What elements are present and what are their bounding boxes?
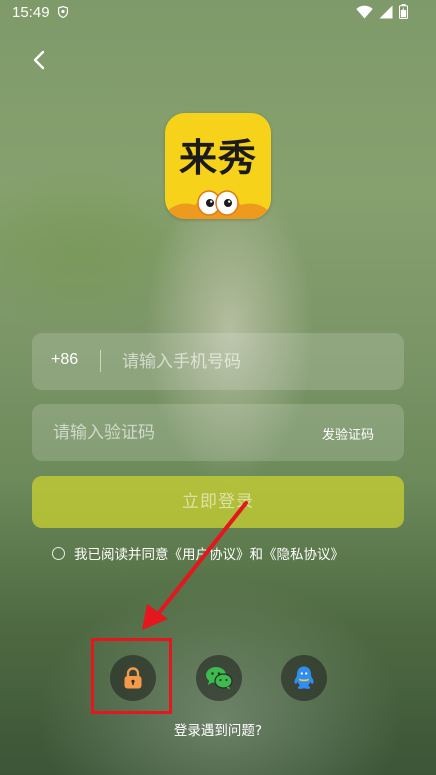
status-icons bbox=[356, 4, 408, 19]
phone-input[interactable] bbox=[120, 349, 384, 375]
wechat-login-button[interactable] bbox=[196, 655, 242, 701]
agreement-connector: 和 bbox=[249, 547, 264, 563]
verification-code-input[interactable] bbox=[51, 420, 295, 446]
agreement-row: 我已阅读并同意 《用户协议》 和 《隐私协议》 bbox=[52, 543, 344, 563]
chevron-left-icon[interactable] bbox=[26, 46, 54, 74]
field-divider bbox=[100, 350, 101, 372]
privacy-policy-link[interactable]: 《隐私协议》 bbox=[263, 543, 344, 563]
country-code-selector[interactable]: +86 bbox=[51, 351, 78, 369]
logo-text: 来秀 bbox=[178, 136, 257, 180]
verification-code-field: 发验证码 bbox=[32, 404, 404, 461]
wifi-icon bbox=[356, 5, 373, 18]
mascot-eyes-icon bbox=[165, 190, 271, 219]
agreement-prefix: 我已阅读并同意 bbox=[74, 547, 169, 563]
signal-icon bbox=[379, 5, 393, 18]
status-bar: 15:49 bbox=[0, 0, 436, 28]
annotation-highlight-box bbox=[91, 638, 172, 714]
status-time: 15:49 bbox=[12, 4, 50, 21]
login-help-link[interactable]: 登录遇到问题? bbox=[0, 719, 436, 739]
send-code-button[interactable]: 发验证码 bbox=[322, 424, 374, 443]
agree-checkbox[interactable] bbox=[52, 546, 65, 560]
qq-icon bbox=[294, 666, 314, 689]
qq-login-button[interactable] bbox=[281, 655, 327, 701]
app-logo: 来秀 bbox=[165, 113, 271, 219]
login-screen: 15:49 来秀 +86 请输入手机号码 请输入验证码 发验证码 立即登录 我已… bbox=[0, 0, 436, 775]
shield-icon bbox=[58, 6, 68, 18]
user-agreement-link[interactable]: 《用户协议》 bbox=[169, 543, 250, 563]
battery-icon bbox=[399, 4, 408, 19]
wechat-icon bbox=[206, 667, 233, 690]
login-button[interactable]: 立即登录 bbox=[32, 476, 404, 528]
phone-field: +86 bbox=[32, 333, 404, 390]
